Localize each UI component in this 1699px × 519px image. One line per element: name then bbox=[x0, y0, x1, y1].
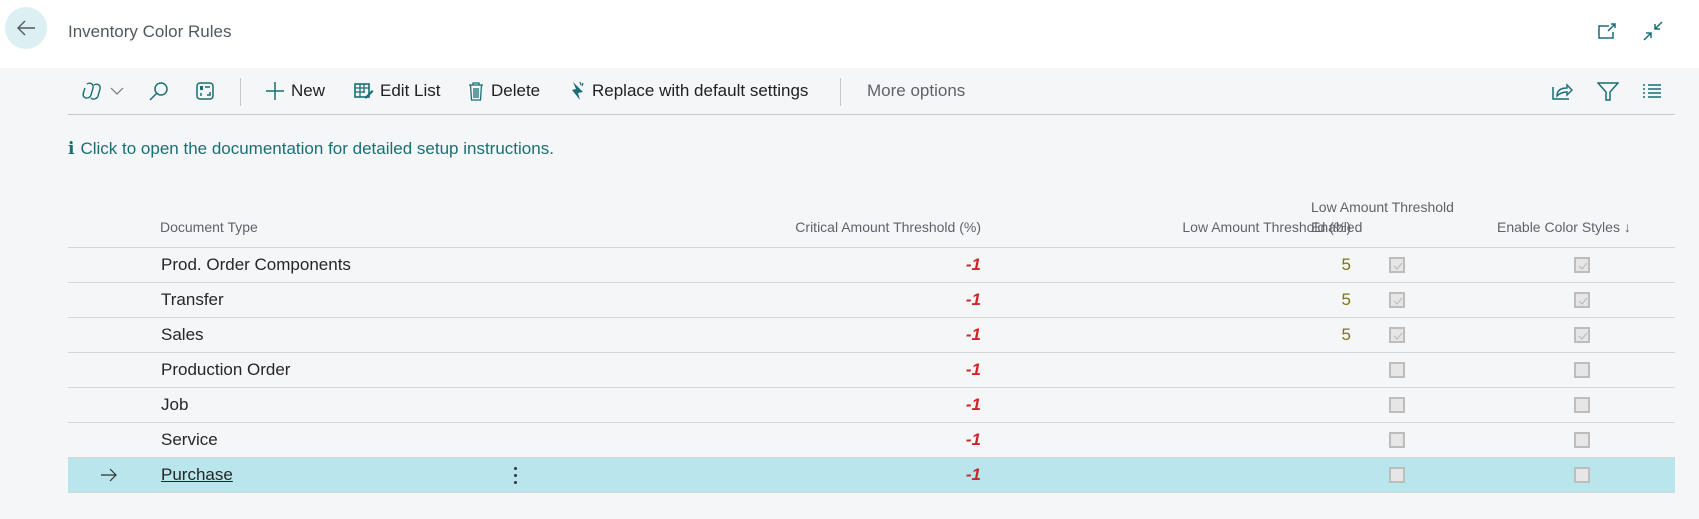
column-header-label: Enable Color Styles bbox=[1497, 219, 1620, 235]
table-body: Prod. Order Components -1 5 Transfer -1 5 Sale… bbox=[68, 248, 1675, 493]
new-label: New bbox=[291, 81, 326, 100]
table-header: Document Type Critical Amount Threshold … bbox=[68, 190, 1675, 248]
checkbox-enable-color-styles[interactable] bbox=[1574, 397, 1590, 413]
chevron-down-icon bbox=[110, 87, 124, 95]
layout-toggle-button[interactable] bbox=[195, 68, 221, 114]
new-button[interactable]: New bbox=[265, 68, 325, 114]
column-header-line: Enabled bbox=[1311, 219, 1363, 235]
checkbox-enable-color-styles[interactable] bbox=[1574, 467, 1590, 483]
cell-low-threshold: 5 bbox=[1341, 290, 1351, 309]
sort-descending-icon: ↓ bbox=[1623, 219, 1631, 235]
search-icon bbox=[149, 82, 168, 101]
list-view-button[interactable] bbox=[1642, 68, 1668, 114]
column-header-enable-color-styles[interactable]: Enable Color Styles ↓ bbox=[1497, 217, 1631, 237]
edit-list-label: Edit List bbox=[380, 81, 441, 100]
open-in-new-window-button[interactable] bbox=[1596, 20, 1618, 42]
edit-list-button[interactable]: Edit List bbox=[354, 68, 440, 114]
arrow-left-icon bbox=[17, 20, 35, 36]
page-header: Inventory Color Rules bbox=[0, 0, 1699, 68]
table-row[interactable]: Production Order -1 bbox=[68, 353, 1675, 388]
checkbox-low-threshold-enabled[interactable] bbox=[1389, 467, 1405, 483]
open-in-new-window-icon bbox=[1598, 23, 1616, 39]
cell-critical-threshold: -1 bbox=[965, 465, 981, 484]
table-row[interactable]: Job -1 bbox=[68, 388, 1675, 423]
checkbox-enable-color-styles[interactable] bbox=[1574, 327, 1590, 343]
checkbox-low-threshold-enabled[interactable] bbox=[1389, 257, 1405, 273]
column-header-document-type[interactable]: Document Type bbox=[160, 217, 258, 237]
cell-document-type: Job bbox=[161, 395, 189, 414]
cell-critical-threshold: -1 bbox=[965, 255, 981, 274]
cell-document-type: Production Order bbox=[161, 360, 291, 379]
action-bar: New Edit List Delete Replace with defaul… bbox=[68, 68, 1675, 115]
copilot-icon bbox=[82, 82, 101, 100]
collapse-button[interactable] bbox=[1642, 20, 1664, 42]
checkbox-low-threshold-enabled[interactable] bbox=[1389, 327, 1405, 343]
checkbox-low-threshold-enabled[interactable] bbox=[1389, 432, 1405, 448]
inventory-color-rules-table: Document Type Critical Amount Threshold … bbox=[68, 190, 1675, 493]
cell-document-type: Transfer bbox=[161, 290, 224, 309]
page-title: Inventory Color Rules bbox=[68, 22, 232, 41]
filter-icon bbox=[1597, 82, 1619, 101]
checkbox-low-threshold-enabled[interactable] bbox=[1389, 397, 1405, 413]
documentation-link[interactable]: i Click to open the documentation for de… bbox=[68, 139, 554, 159]
cell-document-type: Prod. Order Components bbox=[161, 255, 351, 274]
share-button[interactable] bbox=[1551, 68, 1579, 114]
toolbar-divider bbox=[240, 78, 241, 106]
delete-label: Delete bbox=[491, 81, 541, 100]
collapse-icon bbox=[1643, 21, 1663, 41]
cell-critical-threshold: -1 bbox=[965, 290, 981, 309]
copilot-button[interactable] bbox=[82, 68, 130, 114]
documentation-link-text: Click to open the documentation for deta… bbox=[80, 139, 554, 158]
search-button[interactable] bbox=[148, 68, 176, 114]
cell-document-type[interactable]: Purchase bbox=[161, 458, 233, 492]
column-header-critical-threshold[interactable]: Critical Amount Threshold (%) bbox=[795, 217, 981, 237]
toolbar-divider bbox=[840, 78, 841, 106]
current-row-arrow-icon bbox=[101, 468, 117, 482]
info-icon: i bbox=[68, 139, 75, 159]
checkbox-enable-color-styles[interactable] bbox=[1574, 362, 1590, 378]
plus-icon bbox=[266, 82, 284, 100]
row-actions-menu-button[interactable] bbox=[508, 463, 522, 487]
cell-document-type: Service bbox=[161, 430, 218, 449]
delete-button[interactable]: Delete bbox=[467, 68, 540, 114]
table-row[interactable]: Prod. Order Components -1 5 bbox=[68, 248, 1675, 283]
checkbox-low-threshold-enabled[interactable] bbox=[1389, 362, 1405, 378]
table-row[interactable]: Purchase -1 bbox=[68, 458, 1675, 493]
checkbox-enable-color-styles[interactable] bbox=[1574, 432, 1590, 448]
replace-with-default-settings-button[interactable]: Replace with default settings bbox=[570, 68, 808, 114]
checkbox-enable-color-styles[interactable] bbox=[1574, 292, 1590, 308]
table-row[interactable]: Transfer -1 5 bbox=[68, 283, 1675, 318]
cell-low-threshold: 5 bbox=[1341, 325, 1351, 344]
cell-critical-threshold: -1 bbox=[965, 360, 981, 379]
more-options-button[interactable]: More options bbox=[867, 68, 965, 114]
checkbox-low-threshold-enabled[interactable] bbox=[1389, 292, 1405, 308]
layout-toggle-icon bbox=[196, 82, 214, 100]
table-row[interactable]: Sales -1 5 bbox=[68, 318, 1675, 353]
table-row[interactable]: Service -1 bbox=[68, 423, 1675, 458]
filter-button[interactable] bbox=[1597, 68, 1625, 114]
replace-label: Replace with default settings bbox=[592, 81, 809, 100]
lightning-icon bbox=[572, 81, 584, 100]
column-header-low-threshold-enabled[interactable]: Low Amount Threshold Enabled bbox=[1311, 197, 1454, 237]
cell-critical-threshold: -1 bbox=[965, 395, 981, 414]
checkbox-enable-color-styles[interactable] bbox=[1574, 257, 1590, 273]
cell-critical-threshold: -1 bbox=[965, 325, 981, 344]
column-header-line: Low Amount Threshold bbox=[1311, 199, 1454, 215]
cell-low-threshold: 5 bbox=[1341, 255, 1351, 274]
trash-icon bbox=[469, 82, 483, 101]
edit-list-icon bbox=[354, 83, 374, 99]
back-button[interactable] bbox=[5, 7, 47, 49]
list-view-icon bbox=[1643, 84, 1661, 98]
share-icon bbox=[1552, 83, 1573, 100]
cell-critical-threshold: -1 bbox=[965, 430, 981, 449]
cell-document-type: Sales bbox=[161, 325, 204, 344]
